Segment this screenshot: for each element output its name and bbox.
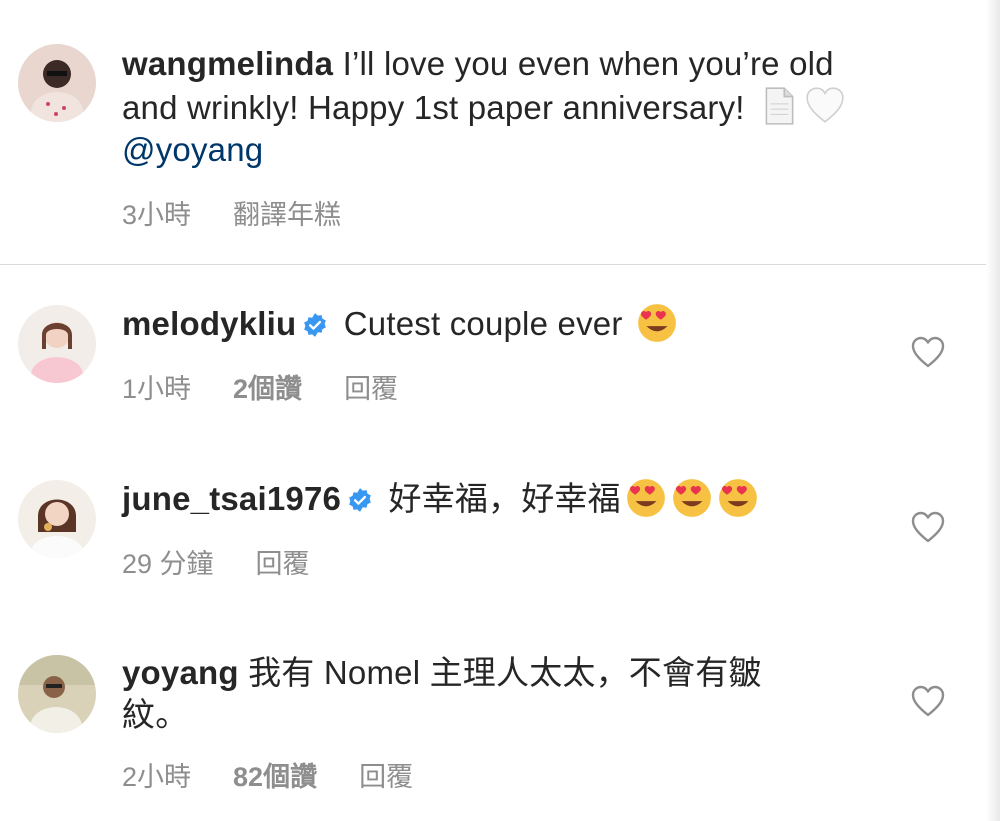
reply-button[interactable]: 回覆 — [344, 374, 398, 404]
caption-block: wangmelinda I’ll love you even when you’… — [0, 0, 1000, 265]
comment-time[interactable]: 1小時 — [122, 374, 191, 404]
avatar[interactable] — [18, 44, 96, 122]
comment-body: 我有 Nomel 主理人太太，不會有皺 — [238, 654, 762, 691]
comment-text: melodykliu Cutest couple ever — [122, 302, 678, 345]
comment-username[interactable]: june_tsai1976 — [122, 480, 341, 517]
comment-time[interactable]: 29 分鐘 — [122, 549, 214, 579]
like-heart-icon[interactable] — [910, 684, 946, 718]
avatar[interactable] — [18, 655, 96, 733]
like-heart-icon[interactable] — [910, 510, 946, 544]
comment-body-line2: 紋。 — [122, 696, 189, 733]
comment-likes[interactable]: 82個讚 — [233, 762, 317, 792]
white-heart-emoji — [806, 87, 844, 123]
mention-link[interactable]: @yoyang — [122, 131, 263, 168]
comment-likes[interactable]: 2個讚 — [233, 374, 302, 404]
heart-eyes-emoji — [718, 479, 757, 517]
heart-eyes-emoji — [672, 479, 711, 517]
comment-username[interactable]: yoyang — [122, 654, 239, 691]
translate-button[interactable]: 翻譯年糕 — [233, 200, 341, 230]
caption-meta: 3小時 翻譯年糕 — [122, 193, 383, 232]
comment-meta: 1小時 2個讚 回覆 — [122, 367, 440, 406]
avatar[interactable] — [18, 305, 96, 383]
heart-eyes-emoji — [626, 479, 665, 517]
like-heart-icon[interactable] — [910, 335, 946, 369]
caption-username[interactable]: wangmelinda — [122, 45, 333, 82]
caption-time[interactable]: 3小時 — [122, 200, 191, 230]
heart-eyes-emoji — [637, 304, 676, 342]
caption-text-line1: I’ll love you even when you’re old — [333, 45, 834, 82]
page-emoji — [765, 87, 794, 125]
right-edge-shadow — [986, 0, 1000, 821]
comment-meta: 29 分鐘 回覆 — [122, 542, 352, 581]
comment-time[interactable]: 2小時 — [122, 762, 191, 792]
comment-body: 好幸福，好幸福 — [379, 480, 621, 517]
comment-text: yoyang 我有 Nomel 主理人太太，不會有皺 紋。 — [122, 652, 762, 736]
reply-button[interactable]: 回覆 — [359, 762, 413, 792]
comment-body: Cutest couple ever — [334, 305, 632, 342]
caption-text-line2: and wrinkly! Happy 1st paper anniversary… — [122, 89, 755, 126]
comment-username[interactable]: melodykliu — [122, 305, 296, 342]
reply-button[interactable]: 回覆 — [256, 549, 310, 579]
avatar[interactable] — [18, 480, 96, 558]
verified-badge-icon — [304, 313, 327, 337]
comment-meta: 2小時 82個讚 回覆 — [122, 755, 455, 794]
caption-text: wangmelinda I’ll love you even when you’… — [122, 43, 846, 171]
comment-text: june_tsai1976 好幸福，好幸福 — [122, 477, 759, 520]
verified-badge-icon — [349, 488, 371, 512]
